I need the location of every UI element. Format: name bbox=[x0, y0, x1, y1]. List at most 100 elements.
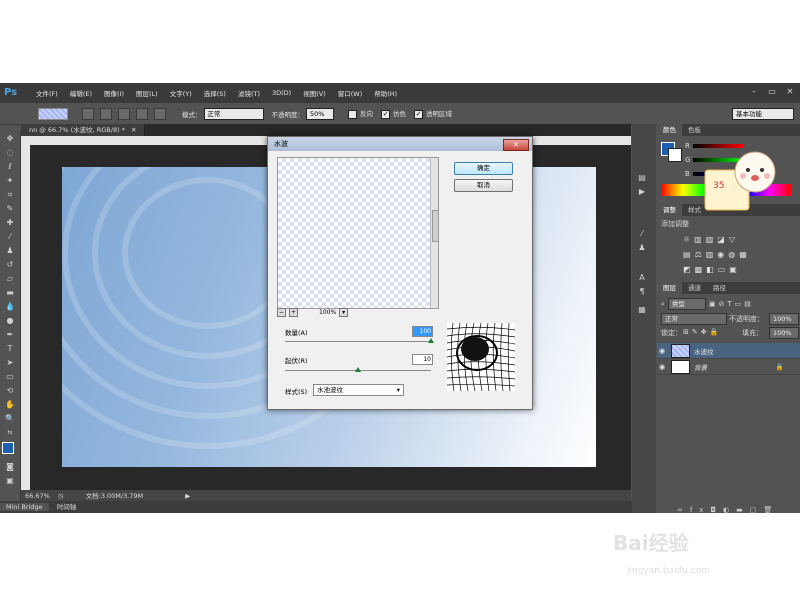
trash-icon[interactable]: 🗑 bbox=[763, 506, 779, 514]
healing-tool-icon[interactable]: ✚ bbox=[3, 217, 17, 229]
amount-slider[interactable] bbox=[285, 341, 431, 342]
history-panel-icon[interactable]: ▤ bbox=[635, 172, 649, 184]
workspace-select[interactable]: 基本功能 bbox=[732, 107, 794, 120]
mask-icon[interactable]: ◘ bbox=[710, 506, 723, 514]
layer-name[interactable]: 背景 bbox=[694, 362, 707, 372]
invert-icon[interactable]: ◩ bbox=[683, 265, 695, 274]
menu-select[interactable]: 选择(S) bbox=[198, 88, 232, 98]
panel-bg-color[interactable] bbox=[668, 148, 682, 162]
visibility-eye-icon[interactable]: ◉ bbox=[657, 363, 667, 371]
dodge-tool-icon[interactable]: ● bbox=[3, 315, 17, 327]
selective-color-icon[interactable]: ▣ bbox=[729, 265, 741, 274]
tab-layers[interactable]: 图层 bbox=[657, 282, 682, 294]
brightness-icon[interactable]: ☼ bbox=[683, 235, 694, 244]
tab-close-icon[interactable]: ✕ bbox=[131, 126, 136, 134]
lasso-tool-icon[interactable]: ℓ bbox=[3, 161, 17, 173]
color-balance-icon[interactable]: ⚖ bbox=[695, 250, 706, 259]
gradient-tool-icon[interactable]: ▬ bbox=[3, 287, 17, 299]
tab-color[interactable]: 颜色 bbox=[657, 124, 682, 136]
history-brush-tool-icon[interactable]: ↺ bbox=[3, 259, 17, 271]
tab-mini-bridge[interactable]: Mini Bridge bbox=[0, 503, 49, 511]
threshold-icon[interactable]: ◧ bbox=[706, 265, 718, 274]
actions-panel-icon[interactable]: ▶ bbox=[635, 186, 649, 198]
quick-mask-icon[interactable]: ◙ bbox=[3, 461, 17, 473]
photo-filter-icon[interactable]: ◉ bbox=[717, 250, 728, 259]
amount-slider-thumb[interactable] bbox=[428, 338, 434, 343]
posterize-icon[interactable]: ▩ bbox=[695, 265, 707, 274]
move-tool-icon[interactable]: ✥ bbox=[3, 133, 17, 145]
layer-row-background[interactable]: ◉ 背景 🔒 bbox=[657, 359, 800, 375]
swap-colors-icon[interactable]: ⇆ bbox=[3, 427, 17, 439]
zoom-out-button[interactable]: − bbox=[277, 308, 286, 317]
menu-edit[interactable]: 编辑(E) bbox=[64, 88, 98, 98]
preview-scrollbar[interactable] bbox=[430, 158, 439, 308]
layer-row-ripple[interactable]: ◉ 水波纹 bbox=[657, 343, 800, 359]
menu-3d[interactable]: 3D(D) bbox=[266, 89, 297, 97]
info-panel-icon[interactable]: ▦ bbox=[635, 304, 649, 316]
close-button[interactable]: ✕ bbox=[784, 86, 796, 97]
transparency-option[interactable]: ✓ 透明区域 bbox=[414, 108, 452, 119]
visibility-eye-icon[interactable]: ◉ bbox=[657, 347, 667, 355]
screen-mode-icon[interactable]: ▣ bbox=[3, 475, 17, 487]
status-arrow-icon[interactable]: ▶ bbox=[185, 492, 190, 500]
stamp-tool-icon[interactable]: ♟ bbox=[3, 245, 17, 257]
shape-tool-icon[interactable]: ▭ bbox=[3, 371, 17, 383]
link-icon[interactable]: ∞ bbox=[677, 506, 690, 514]
exposure-icon[interactable]: ◪ bbox=[717, 235, 729, 244]
gradient-diamond-button[interactable] bbox=[154, 107, 166, 120]
status-icon[interactable]: ◷ bbox=[58, 492, 64, 500]
tab-paths[interactable]: 路径 bbox=[707, 282, 732, 294]
ridges-slider-thumb[interactable] bbox=[355, 367, 361, 372]
adjustment-layer-icon[interactable]: ◐ bbox=[723, 506, 736, 514]
path-select-tool-icon[interactable]: ➤ bbox=[3, 357, 17, 369]
layer-filter-select[interactable]: 类型 bbox=[667, 298, 706, 310]
reverse-option[interactable]: 反向 bbox=[348, 108, 373, 119]
folder-icon[interactable]: ▬ bbox=[736, 506, 750, 514]
bw-icon[interactable]: ▧ bbox=[706, 250, 718, 259]
foreground-color[interactable] bbox=[2, 442, 14, 454]
menu-layer[interactable]: 图层(L) bbox=[130, 88, 164, 98]
dialog-close-button[interactable]: ✕ bbox=[503, 139, 529, 151]
eraser-tool-icon[interactable]: ▱ bbox=[3, 273, 17, 285]
gradient-linear-button[interactable] bbox=[82, 107, 94, 120]
crop-tool-icon[interactable]: ⌗ bbox=[3, 189, 17, 201]
marquee-tool-icon[interactable]: ◌ bbox=[3, 147, 17, 159]
filter-preview[interactable] bbox=[277, 157, 439, 309]
gradient-radial-button[interactable] bbox=[100, 107, 112, 120]
ridges-input[interactable]: 10 bbox=[412, 354, 433, 365]
levels-icon[interactable]: ▥ bbox=[694, 235, 706, 244]
lock-icons[interactable]: ⊞✎✥🔒 bbox=[683, 328, 721, 336]
gradient-map-icon[interactable]: ▭ bbox=[718, 265, 730, 274]
vibrance-icon[interactable]: ▽ bbox=[729, 235, 739, 244]
hue-icon[interactable]: ▤ bbox=[683, 250, 695, 259]
brush-panel-icon[interactable]: ⁄ bbox=[635, 228, 649, 240]
menu-filter[interactable]: 滤镜(T) bbox=[232, 88, 266, 98]
dialog-titlebar[interactable]: 水波 ✕ bbox=[268, 137, 532, 151]
character-panel-icon[interactable]: A bbox=[635, 272, 649, 284]
cancel-button[interactable]: 取消 bbox=[454, 179, 513, 192]
gradient-angle-button[interactable] bbox=[118, 107, 130, 120]
opacity-input[interactable]: 50% bbox=[306, 107, 334, 120]
color-swatches[interactable] bbox=[0, 441, 20, 459]
filter-icons[interactable]: ▣⊘T▭▤ bbox=[709, 300, 754, 308]
pen-tool-icon[interactable]: ✒ bbox=[3, 329, 17, 341]
type-tool-icon[interactable]: T bbox=[3, 343, 17, 355]
document-tab[interactable]: nn @ 66.7% (水波纹, RGB/8) * ✕ bbox=[21, 124, 146, 136]
magic-wand-tool-icon[interactable]: ✦ bbox=[3, 175, 17, 187]
curves-icon[interactable]: ▨ bbox=[706, 235, 718, 244]
ok-button[interactable]: 确定 bbox=[454, 162, 513, 175]
zoom-in-button[interactable]: + bbox=[289, 308, 298, 317]
gradient-picker[interactable] bbox=[38, 107, 68, 120]
brush-tool-icon[interactable]: ⁄ bbox=[3, 231, 17, 243]
menu-help[interactable]: 帮助(H) bbox=[368, 88, 403, 98]
clone-panel-icon[interactable]: ♟ bbox=[635, 242, 649, 254]
tab-timeline[interactable]: 时间轴 bbox=[51, 503, 83, 511]
transparency-checkbox[interactable]: ✓ bbox=[414, 109, 423, 119]
channel-r-slider[interactable] bbox=[693, 144, 743, 148]
blend-mode-select[interactable]: 正常 bbox=[661, 313, 727, 325]
tab-channels[interactable]: 通道 bbox=[682, 282, 707, 294]
restore-button[interactable]: ▭ bbox=[766, 86, 778, 97]
menu-file[interactable]: 文件(F) bbox=[30, 88, 64, 98]
style-select[interactable]: 水池波纹 ▾ bbox=[313, 384, 404, 396]
lookup-icon[interactable]: ▦ bbox=[739, 250, 751, 259]
